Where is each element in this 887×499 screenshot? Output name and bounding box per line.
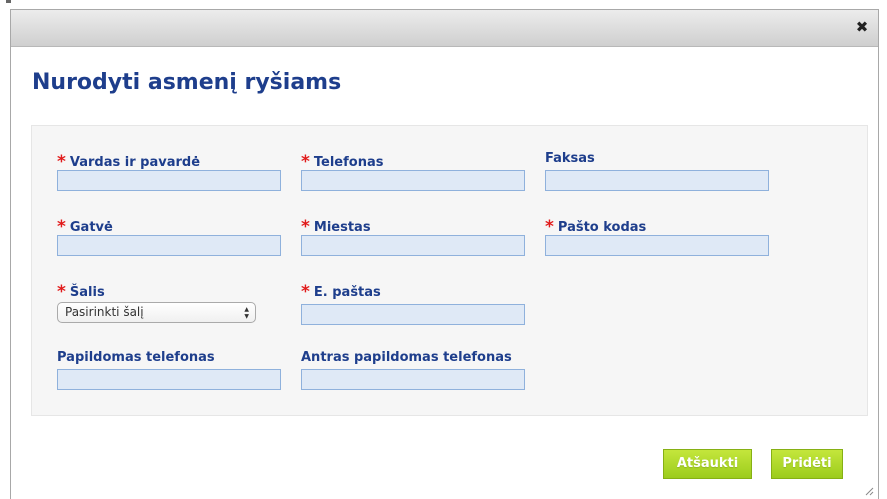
second-extra-phone-input[interactable] <box>301 369 525 390</box>
contact-form: * Vardas ir pavardė * Telefonas Faksas * Ga… <box>31 125 868 416</box>
country-select[interactable]: Pasirinkti šalį ▲ ▼ <box>57 302 256 323</box>
field-city: * Miestas <box>301 216 525 256</box>
street-input[interactable] <box>57 235 281 256</box>
fax-label: Faksas <box>545 151 595 166</box>
phone-label: * Telefonas <box>301 152 384 172</box>
contact-dialog: ✖ Nurodyti asmenį ryšiams * Vardas ir pav… <box>10 9 879 499</box>
required-marker: * <box>57 152 66 172</box>
field-country: * Šalis Pasirinkti šalį ▲ ▼ <box>57 281 281 323</box>
field-email: * E. paštas <box>301 281 525 325</box>
city-label: * Miestas <box>301 217 371 237</box>
email-input[interactable] <box>301 304 525 325</box>
required-marker: * <box>301 282 310 302</box>
cancel-button[interactable]: Atšaukti <box>663 449 752 479</box>
email-label: * E. paštas <box>301 282 381 302</box>
extra-phone-input[interactable] <box>57 369 281 390</box>
second-extra-phone-label: Antras papildomas telefonas <box>301 350 512 365</box>
country-select-value: Pasirinkti šalį <box>65 305 144 319</box>
field-postal-code: * Pašto kodas <box>545 216 769 256</box>
add-button[interactable]: Pridėti <box>771 449 843 479</box>
dialog-titlebar[interactable]: ✖ <box>11 10 878 47</box>
full-name-input[interactable] <box>57 170 281 191</box>
field-full-name: * Vardas ir pavardė <box>57 151 281 191</box>
required-marker: * <box>57 217 66 237</box>
required-marker: * <box>301 152 310 172</box>
full-name-label: * Vardas ir pavardė <box>57 152 201 172</box>
country-label: * Šalis <box>57 282 105 302</box>
corner-mark <box>6 0 11 3</box>
field-street: * Gatvė <box>57 216 281 256</box>
page-title: Nurodyti asmenį ryšiams <box>32 70 342 95</box>
resize-handle-icon[interactable] <box>864 486 874 496</box>
required-marker: * <box>545 217 554 237</box>
fax-input[interactable] <box>545 170 769 191</box>
phone-input[interactable] <box>301 170 525 191</box>
close-icon[interactable]: ✖ <box>854 19 870 35</box>
street-label: * Gatvė <box>57 217 113 237</box>
field-extra-phone: Papildomas telefonas <box>57 350 281 390</box>
extra-phone-label: Papildomas telefonas <box>57 350 215 365</box>
field-second-extra-phone: Antras papildomas telefonas <box>301 350 525 390</box>
field-phone: * Telefonas <box>301 151 525 191</box>
updown-arrow-icon: ▲ ▼ <box>244 306 249 320</box>
required-marker: * <box>301 217 310 237</box>
postal-code-label: * Pašto kodas <box>545 217 647 237</box>
required-marker: * <box>57 282 66 302</box>
field-fax: Faksas <box>545 151 769 191</box>
city-input[interactable] <box>301 235 525 256</box>
postal-code-input[interactable] <box>545 235 769 256</box>
